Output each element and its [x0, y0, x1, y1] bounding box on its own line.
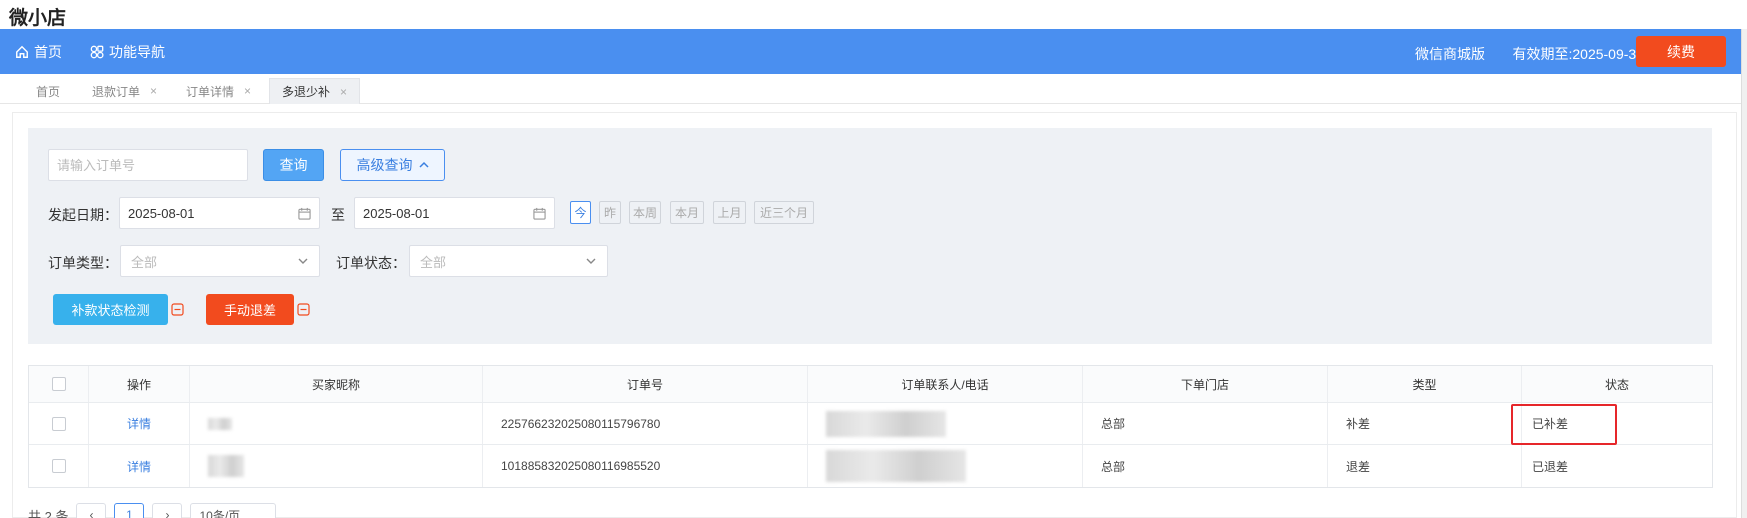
tab-refund-orders[interactable]: 退款订单 × — [80, 78, 169, 104]
row-checkbox[interactable] — [51, 459, 66, 473]
top-navbar: 首页 功能导航 微信商城版 有效期至:2025-09-30 续费 — [0, 29, 1741, 74]
select-all-checkbox[interactable] — [51, 377, 66, 391]
calendar-icon — [298, 207, 311, 220]
quick-date-today[interactable]: 今 — [570, 201, 591, 224]
close-icon[interactable]: × — [150, 84, 157, 98]
page-1-button[interactable]: 1 — [114, 503, 145, 518]
table-header-row: 操作 买家昵称 订单号 订单联系人/电话 下单门店 类型 状态 — [29, 366, 1712, 403]
advanced-query-label: 高级查询 — [356, 157, 413, 173]
order-number-cell: 101885832025080116985520 — [483, 445, 808, 487]
row-select-cell — [29, 403, 89, 444]
column-header: 操作 — [89, 366, 190, 402]
date-to-value: 2025-08-01 — [363, 205, 430, 221]
help-icon[interactable] — [297, 303, 310, 316]
row-select-cell — [29, 445, 89, 487]
column-header: 类型 — [1328, 366, 1522, 402]
pagination: 共 2 条 ‹ 1 › 10条/页 — [28, 503, 277, 518]
orders-table: 操作 买家昵称 订单号 订单联系人/电话 下单门店 类型 状态 详情 22576… — [28, 365, 1713, 488]
query-button[interactable]: 查询 — [263, 149, 324, 181]
column-header: 买家昵称 — [190, 366, 483, 402]
buyer-nickname-cell — [190, 403, 483, 444]
detail-link[interactable]: 详情 — [127, 415, 151, 432]
chevron-down-icon — [586, 258, 596, 264]
action-cell: 详情 — [89, 445, 190, 487]
order-status-label: 订单状态： — [336, 255, 406, 271]
prev-page-button[interactable]: ‹ — [76, 503, 107, 518]
column-header: 订单号 — [483, 366, 808, 402]
order-type-label: 订单类型： — [48, 255, 118, 271]
page-size-select[interactable]: 10条/页 — [190, 503, 277, 518]
column-header: 下单门店 — [1083, 366, 1328, 402]
type-cell: 退差 — [1328, 445, 1522, 487]
order-number-cell: 2257662320250801157967​80 — [483, 403, 808, 444]
date-separator: 至 — [331, 207, 345, 223]
tab-order-detail[interactable]: 订单详情 × — [174, 78, 263, 104]
home-nav[interactable]: 首页 — [15, 29, 62, 74]
order-number-input[interactable] — [48, 149, 248, 181]
tab-refund-diff[interactable]: 多退少补 × — [269, 78, 361, 104]
order-type-select[interactable]: 全部 — [120, 245, 320, 277]
next-page-button[interactable]: › — [152, 503, 183, 518]
help-icon[interactable] — [171, 303, 184, 316]
order-type-value: 全部 — [131, 254, 158, 270]
edition-label: 微信商城版 — [1415, 46, 1485, 62]
store-cell: 总部 — [1083, 445, 1328, 487]
date-from-value: 2025-08-01 — [128, 205, 195, 221]
chevron-down-icon — [298, 258, 308, 264]
app-title: 微小店 — [0, 0, 1747, 29]
redacted-contact — [826, 410, 946, 437]
store-cell: 总部 — [1083, 403, 1328, 444]
date-to-input[interactable]: 2025-08-01 — [354, 197, 555, 229]
manual-refund-diff-button[interactable]: 手动退差 — [206, 294, 294, 325]
home-nav-label: 首页 — [34, 43, 62, 60]
total-count: 共 2 条 — [28, 508, 69, 518]
advanced-query-button[interactable]: 高级查询 — [340, 149, 445, 181]
type-cell: 补差 — [1328, 403, 1522, 444]
tab-bar: 首页 退款订单 × 订单详情 × 多退少补 × — [0, 74, 1741, 104]
quick-date-last-3-months[interactable]: 近三个月 — [754, 201, 814, 224]
close-icon[interactable]: × — [244, 84, 251, 98]
scrollbar[interactable] — [1741, 29, 1747, 518]
quick-date-this-week[interactable]: 本周 — [629, 201, 661, 224]
tab-label: 多退少补 — [282, 85, 331, 99]
quick-date-this-month[interactable]: 本月 — [670, 201, 704, 224]
date-label: 发起日期： — [48, 207, 118, 223]
expiry-label: 有效期至:2025-09-30 — [1512, 46, 1644, 62]
table-row: 详情 2257662320250801157967​80 总部 补差 已补差 — [29, 403, 1712, 445]
select-all-cell — [29, 366, 89, 402]
tab-label: 退款订单 — [92, 84, 141, 99]
redacted-nickname — [208, 455, 244, 477]
contact-cell — [808, 403, 1083, 444]
detail-link[interactable]: 详情 — [127, 458, 151, 475]
quick-date-last-month[interactable]: 上月 — [713, 201, 746, 224]
table-row: 详情 101885832025080116985520 总部 退差 已退差 — [29, 445, 1712, 487]
column-header: 状态 — [1604, 377, 1629, 392]
renew-button[interactable]: 续费 — [1636, 36, 1726, 67]
tab-home[interactable]: 首页 — [24, 78, 72, 104]
redacted-nickname — [208, 417, 232, 430]
date-from-input[interactable]: 2025-08-01 — [119, 197, 320, 229]
home-icon — [16, 45, 28, 58]
column-header: 订单联系人/电话 — [808, 366, 1083, 402]
function-nav-label: 功能导航 — [109, 43, 165, 60]
contact-cell — [808, 445, 1083, 487]
order-status-select[interactable]: 全部 — [409, 245, 608, 277]
quick-date-yesterday[interactable]: 昨 — [599, 201, 621, 224]
calendar-icon — [533, 207, 546, 220]
payment-status-check-button[interactable]: 补款状态检测 — [53, 294, 168, 325]
close-icon[interactable]: × — [340, 85, 347, 99]
tab-label: 首页 — [36, 84, 61, 99]
chevron-up-icon — [418, 161, 429, 168]
function-nav[interactable]: 功能导航 — [90, 29, 165, 74]
redacted-contact — [826, 450, 966, 482]
status-highlight-box — [1511, 404, 1617, 445]
order-status-value: 全部 — [420, 254, 447, 270]
status-cell: 已退差 — [1532, 459, 1569, 474]
buyer-nickname-cell — [190, 445, 483, 487]
grid-icon — [90, 45, 104, 58]
tab-label: 订单详情 — [186, 84, 235, 99]
action-cell: 详情 — [89, 403, 190, 444]
row-checkbox[interactable] — [51, 416, 66, 431]
